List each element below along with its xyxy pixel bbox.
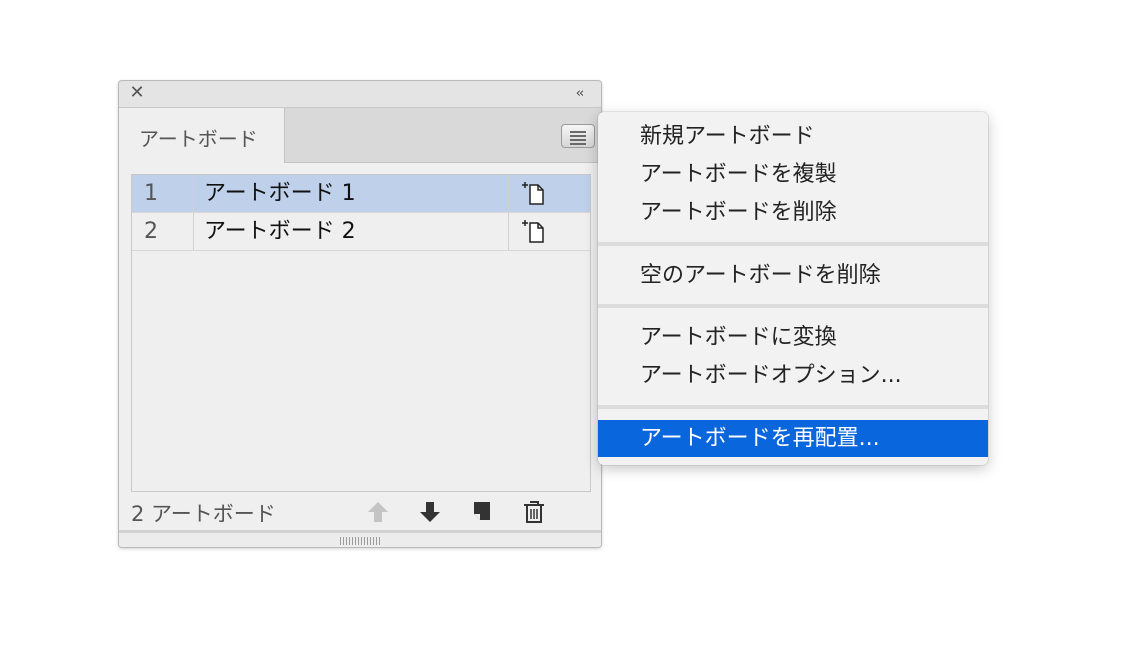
artboard-name[interactable]: アートボード 2 bbox=[204, 213, 356, 250]
tab-artboards[interactable]: アートボード bbox=[119, 108, 285, 163]
artboard-name[interactable]: アートボード 1 bbox=[204, 175, 356, 212]
panel-flyout-menu: 新規アートボード アートボードを複製 アートボードを削除 空のアートボードを削除… bbox=[598, 112, 988, 465]
artboard-number: 1 bbox=[132, 175, 194, 212]
artboard-options-cell[interactable] bbox=[508, 213, 590, 250]
collapse-icon[interactable]: ‹‹ bbox=[569, 85, 589, 103]
panel-resize-bar[interactable] bbox=[119, 530, 601, 547]
menu-separator bbox=[598, 304, 988, 308]
panel-tabstrip: アートボード bbox=[119, 108, 601, 163]
menu-item-new-artboard[interactable]: 新規アートボード bbox=[598, 118, 988, 155]
trash-icon[interactable] bbox=[521, 499, 547, 525]
arrow-down-icon[interactable] bbox=[417, 499, 443, 525]
menu-separator bbox=[598, 242, 988, 246]
menu-item-rearrange-artboards[interactable]: アートボードを再配置... bbox=[598, 420, 988, 457]
arrow-up-icon[interactable] bbox=[365, 499, 391, 525]
artboard-number: 2 bbox=[132, 213, 194, 250]
menu-item-artboard-options[interactable]: アートボードオプション... bbox=[598, 357, 988, 394]
artboard-options-icon[interactable] bbox=[521, 180, 547, 206]
menu-item-duplicate-artboards[interactable]: アートボードを複製 bbox=[598, 156, 988, 193]
tab-label: アートボード bbox=[139, 127, 258, 151]
menu-separator bbox=[598, 405, 988, 409]
artboards-panel: ✕ ‹‹ アートボード 1 アートボード 1 2 アートボード 2 2 アートボ… bbox=[118, 80, 602, 548]
panel-titlebar: ✕ ‹‹ bbox=[119, 81, 601, 108]
resize-grip-icon[interactable] bbox=[340, 537, 380, 545]
artboard-options-cell[interactable] bbox=[508, 175, 590, 212]
new-artboard-icon[interactable] bbox=[469, 499, 495, 525]
close-icon[interactable]: ✕ bbox=[128, 84, 146, 102]
artboard-count: 2 アートボード bbox=[131, 502, 276, 526]
list-item[interactable]: 1 アートボード 1 bbox=[132, 175, 590, 213]
menu-item-convert-to-artboards[interactable]: アートボードに変換 bbox=[598, 319, 988, 356]
artboard-list: 1 アートボード 1 2 アートボード 2 bbox=[131, 174, 591, 492]
list-item[interactable]: 2 アートボード 2 bbox=[132, 213, 590, 251]
panel-menu-button[interactable] bbox=[561, 124, 595, 148]
menu-item-delete-empty-artboards[interactable]: 空のアートボードを削除 bbox=[598, 257, 988, 294]
artboard-options-icon[interactable] bbox=[521, 218, 547, 244]
menu-item-delete-artboards[interactable]: アートボードを削除 bbox=[598, 194, 988, 231]
panel-menu-icon bbox=[570, 131, 586, 147]
